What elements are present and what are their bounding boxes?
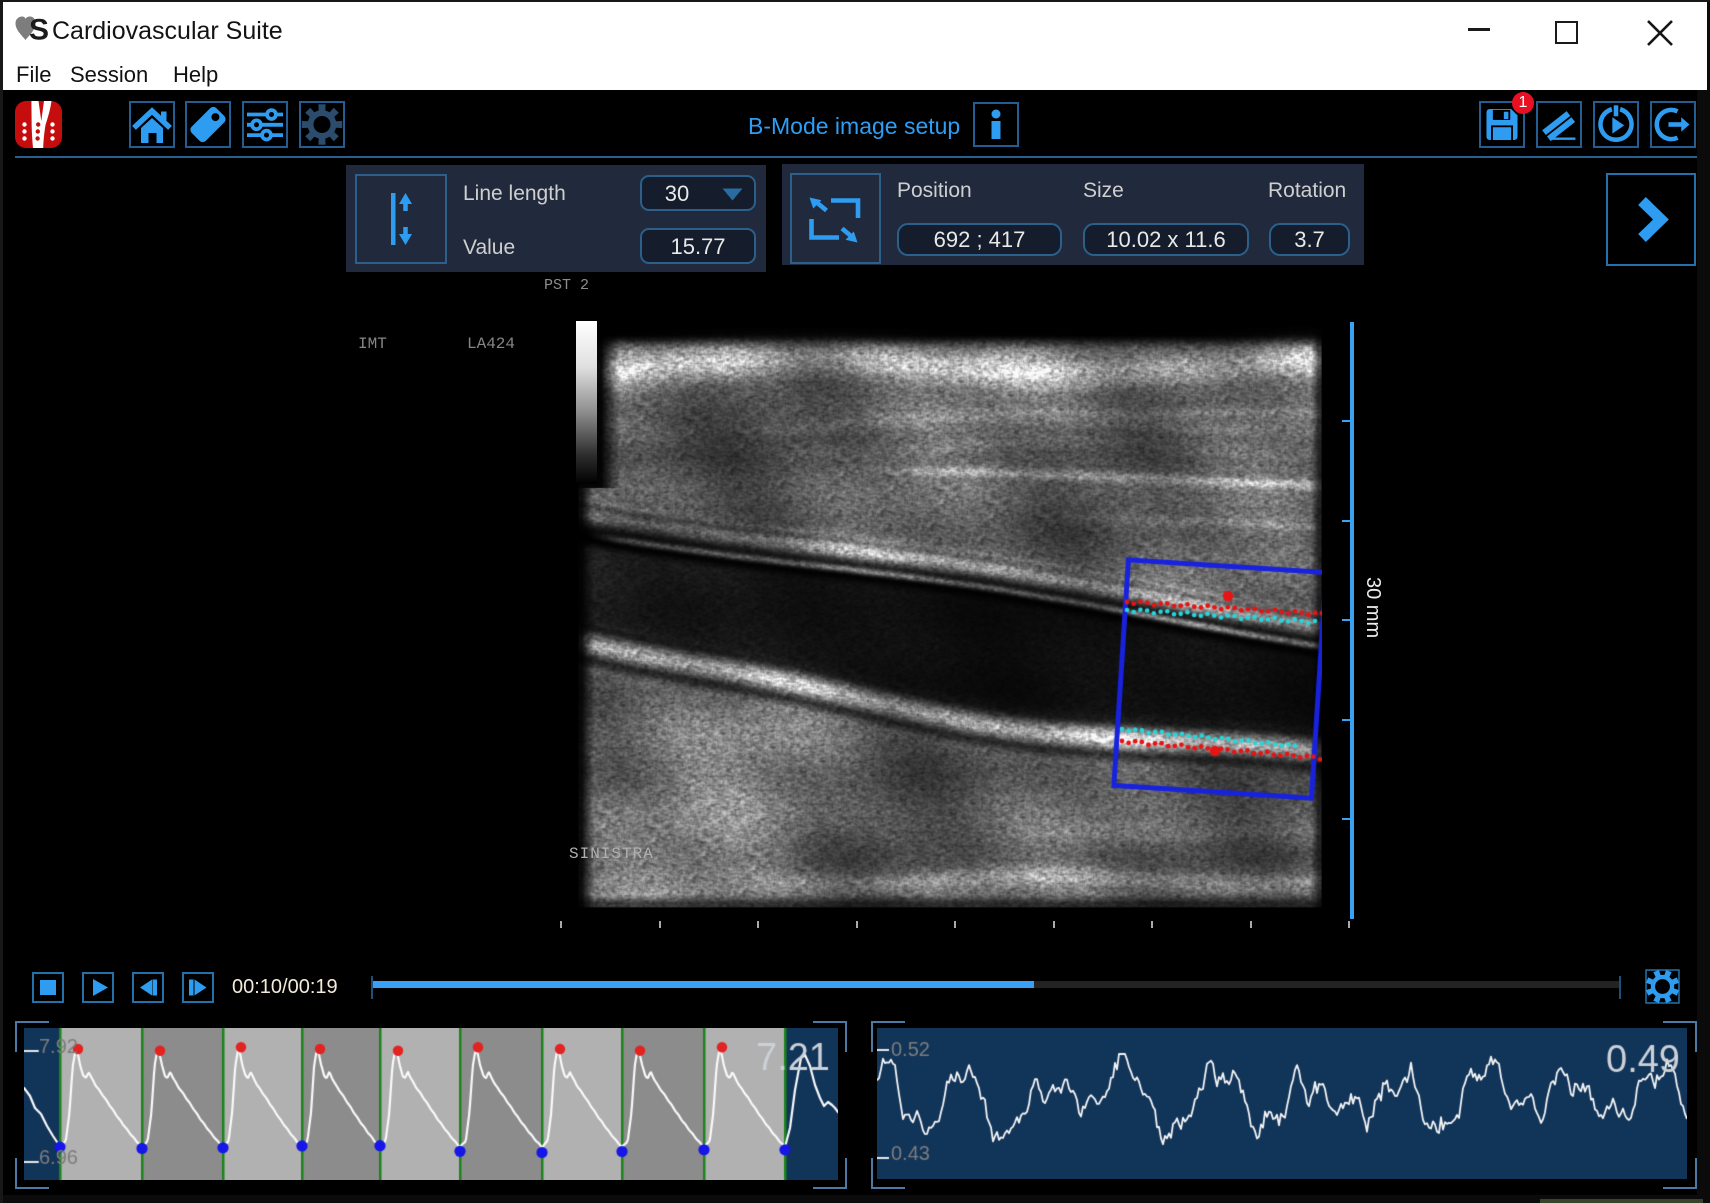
svg-text:S: S bbox=[29, 15, 49, 43]
